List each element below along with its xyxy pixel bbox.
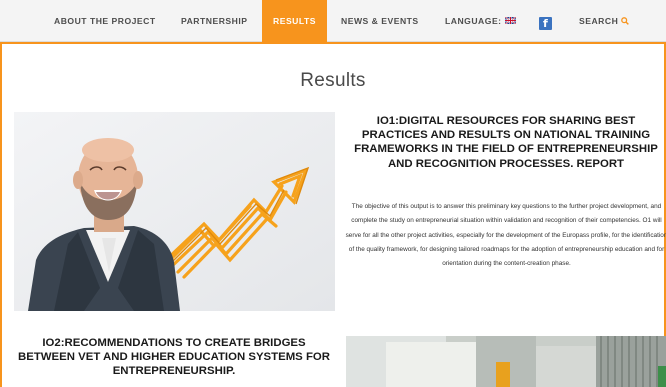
content-frame-left (0, 42, 2, 387)
nav-item-partnership[interactable]: PARTNERSHIP (181, 0, 247, 42)
io1-title[interactable]: IO1:DIGITAL RESOURCES FOR SHARING BEST P… (345, 114, 666, 171)
page-title: Results (300, 70, 366, 91)
top-navigation: ABOUT THE PROJECT PARTNERSHIP RESULTS NE… (0, 0, 666, 42)
laughing-man-arrow-illustration (14, 112, 335, 311)
nav-item-search[interactable]: SEARCH (579, 0, 630, 42)
io1-image[interactable] (14, 112, 335, 311)
uk-flag-icon (504, 17, 516, 25)
nav-item-news-events[interactable]: NEWS & EVENTS (341, 0, 419, 42)
office-interior-photo (346, 336, 666, 387)
nav-item-about-the-project[interactable]: ABOUT THE PROJECT (54, 0, 156, 42)
nav-item-results[interactable]: RESULTS (262, 0, 327, 42)
io1-description: The objective of this output is to answe… (345, 203, 666, 268)
search-label: SEARCH (579, 16, 619, 26)
nav-item-language[interactable]: LANGUAGE: (445, 0, 516, 42)
content-frame-top (0, 42, 666, 44)
facebook-icon[interactable]: f (539, 17, 552, 30)
io2-image[interactable] (346, 336, 666, 387)
io2-title[interactable]: IO2:RECOMMENDATIONS TO CREATE BRIDGES BE… (14, 336, 334, 378)
language-label: LANGUAGE: (445, 16, 502, 26)
search-icon (621, 16, 630, 25)
